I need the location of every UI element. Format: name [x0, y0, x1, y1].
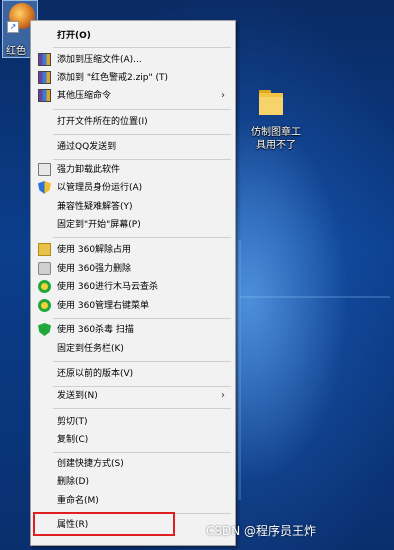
menu-item-label: 以管理员身份运行(A): [57, 183, 143, 193]
menu-separator: [53, 47, 231, 48]
360-unlock-icon: [38, 243, 51, 256]
menu-item-label: 使用 360强力删除: [57, 264, 132, 274]
menu-item-label: 添加到压缩文件(A)...: [57, 55, 142, 65]
menu-item-force-uninstall[interactable]: 强力卸载此软件: [33, 161, 233, 179]
winrar-icon: [38, 71, 51, 84]
folder-label-line: 仿制图章工: [251, 127, 301, 138]
trash-icon: [38, 163, 51, 176]
menu-item-360-force-delete[interactable]: 使用 360强力删除: [33, 260, 233, 278]
menu-item-label: 强力卸载此软件: [57, 165, 121, 175]
menu-item-create-shortcut[interactable]: 创建快捷方式(S): [33, 455, 233, 473]
folder-label: 仿制图章工 具用不了: [246, 126, 306, 152]
menu-item-label: 添加到 "红色警戒2.zip" (T): [57, 73, 169, 83]
360-security-icon: [38, 280, 51, 293]
folder-label-line: 具用不了: [256, 140, 296, 151]
menu-separator: [53, 318, 231, 319]
winrar-icon: [38, 53, 51, 66]
menu-item-label: 通过QQ发送到: [57, 142, 117, 152]
menu-item-run-as-admin[interactable]: 以管理员身份运行(A): [33, 179, 233, 197]
menu-item-360-antivirus-scan[interactable]: 使用 360杀毒 扫描: [33, 321, 233, 339]
menu-item-label: 发送到(N): [57, 391, 98, 401]
menu-separator: [53, 361, 231, 362]
wallpaper-light-ray: [240, 296, 390, 298]
menu-item-add-to-zip[interactable]: 添加到 "红色警戒2.zip" (T): [33, 69, 233, 87]
menu-item-send-via-qq[interactable]: 通过QQ发送到: [33, 138, 233, 156]
menu-item-360-trojan-scan[interactable]: 使用 360进行木马云查杀: [33, 278, 233, 296]
uac-shield-icon: [38, 181, 51, 194]
menu-item-360-manage-menu[interactable]: 使用 360管理右键菜单: [33, 297, 233, 315]
menu-item-send-to[interactable]: 发送到(N) ›: [33, 387, 233, 405]
360-security-icon: [38, 299, 51, 312]
wallpaper-light-ray: [238, 240, 241, 500]
menu-item-label: 其他压缩命令: [57, 91, 112, 101]
menu-item-label: 固定到"开始"屏幕(P): [57, 220, 141, 230]
menu-item-label: 使用 360杀毒 扫描: [57, 325, 134, 335]
menu-item-other-compress[interactable]: 其他压缩命令 ›: [33, 87, 233, 105]
menu-item-label: 删除(D): [57, 477, 89, 487]
menu-item-rename[interactable]: 重命名(M): [33, 492, 233, 510]
menu-item-label: 固定到任务栏(K): [57, 344, 124, 354]
menu-item-cut[interactable]: 剪切(T): [33, 413, 233, 431]
menu-item-label: 使用 360管理右键菜单: [57, 301, 150, 311]
submenu-arrow-icon: ›: [221, 390, 225, 401]
menu-item-open[interactable]: 打开(O): [33, 27, 233, 45]
properties-highlight-box: [33, 512, 175, 536]
menu-item-copy[interactable]: 复制(C): [33, 431, 233, 449]
context-menu: 打开(O) 添加到压缩文件(A)... 添加到 "红色警戒2.zip" (T) …: [30, 20, 236, 546]
menu-item-label: 使用 360解除占用: [57, 245, 132, 255]
menu-item-label: 兼容性疑难解答(Y): [57, 202, 133, 212]
desktop-shortcut-label: 红色: [6, 46, 26, 57]
watermark: CSDN @程序员王炸: [206, 524, 317, 538]
winrar-icon: [38, 89, 51, 102]
menu-separator: [53, 109, 231, 110]
menu-separator: [53, 237, 231, 238]
menu-item-label: 复制(C): [57, 435, 89, 445]
360-antivirus-icon: [38, 323, 51, 336]
menu-item-label: 打开文件所在的位置(I): [57, 117, 148, 127]
menu-separator: [53, 134, 231, 135]
menu-item-pin-to-start[interactable]: 固定到"开始"屏幕(P): [33, 216, 233, 234]
shortcut-arrow-icon: ↗: [7, 21, 19, 33]
menu-item-troubleshoot-compat[interactable]: 兼容性疑难解答(Y): [33, 198, 233, 216]
folder-icon[interactable]: [258, 86, 284, 116]
menu-item-label: 使用 360进行木马云查杀: [57, 282, 159, 292]
menu-item-label: 还原以前的版本(V): [57, 369, 134, 379]
menu-item-label: 重命名(M): [57, 496, 99, 506]
menu-item-360-unlock[interactable]: 使用 360解除占用: [33, 241, 233, 259]
submenu-arrow-icon: ›: [221, 90, 225, 101]
menu-item-add-to-archive[interactable]: 添加到压缩文件(A)...: [33, 51, 233, 69]
menu-item-label: 打开(O): [57, 31, 91, 41]
menu-separator: [53, 452, 231, 453]
menu-item-delete[interactable]: 删除(D): [33, 473, 233, 491]
menu-item-open-file-location[interactable]: 打开文件所在的位置(I): [33, 113, 233, 131]
menu-item-label: 剪切(T): [57, 417, 88, 427]
menu-item-label: 创建快捷方式(S): [57, 459, 124, 469]
menu-item-pin-to-taskbar[interactable]: 固定到任务栏(K): [33, 340, 233, 358]
menu-item-restore-previous[interactable]: 还原以前的版本(V): [33, 365, 233, 383]
menu-separator: [53, 159, 231, 160]
360-shredder-icon: [38, 262, 51, 275]
menu-separator: [53, 408, 231, 409]
